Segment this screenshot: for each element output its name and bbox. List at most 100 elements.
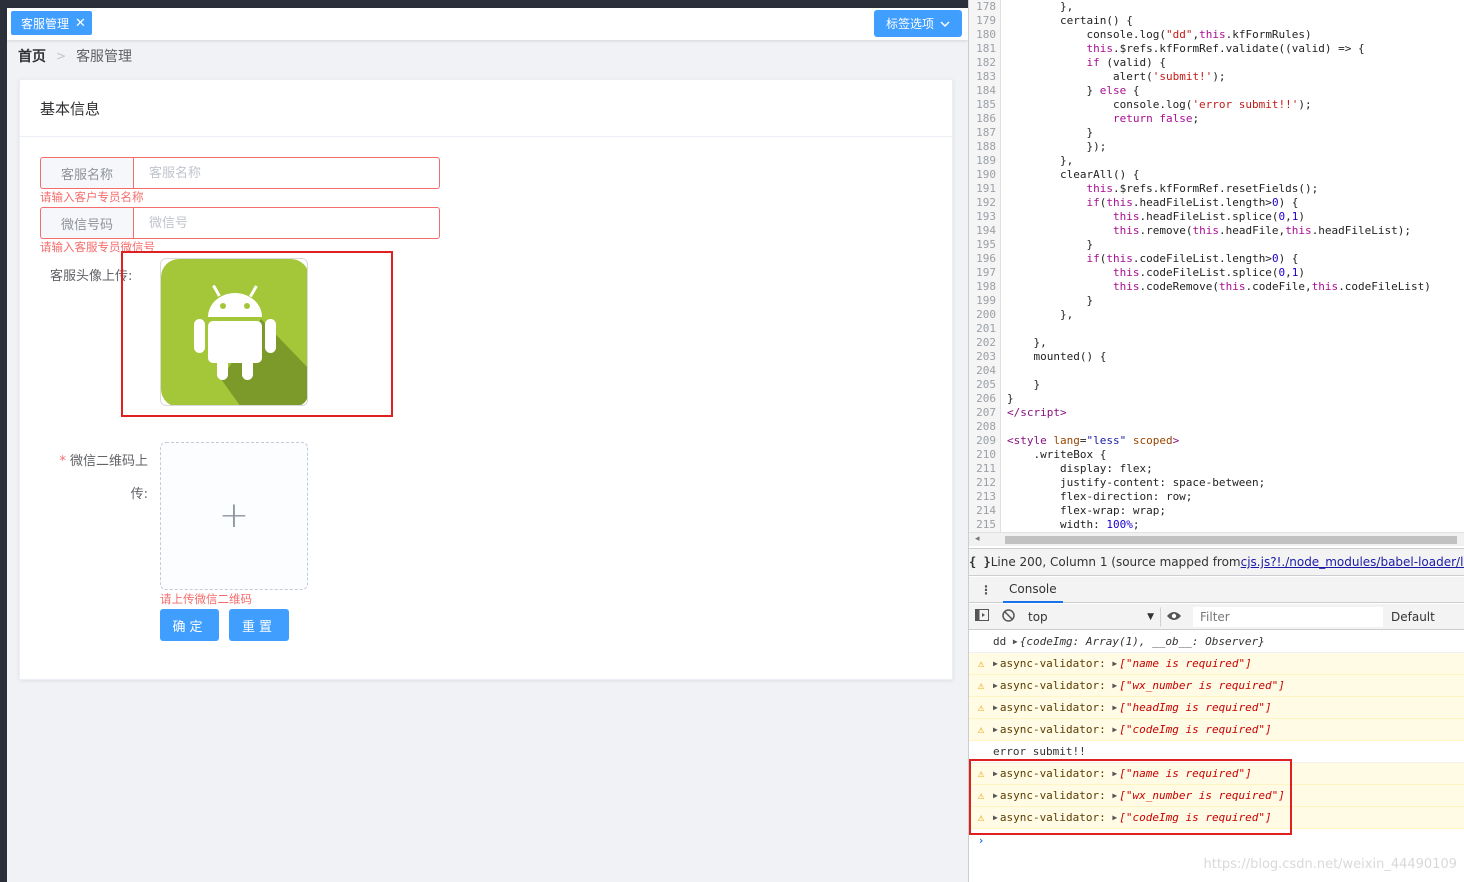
code-line[interactable]: 185 console.log('error submit!!');	[969, 98, 1464, 112]
more-menu-icon[interactable]: ⋮	[969, 583, 1003, 597]
code-line[interactable]: 214 flex-wrap: wrap;	[969, 504, 1464, 518]
console-warning-row[interactable]: ⚠ ▶ async-validator: ▶ ["headImg is require…	[969, 697, 1464, 719]
code-line[interactable]: 210 .writeBox {	[969, 448, 1464, 462]
code-line[interactable]: 212 justify-content: space-between;	[969, 476, 1464, 490]
expand-triangle-icon[interactable]: ▶	[993, 659, 998, 668]
code-line[interactable]: 193 this.headFileList.splice(0,1)	[969, 210, 1464, 224]
code-line[interactable]: 199 }	[969, 294, 1464, 308]
scrollbar-thumb[interactable]	[1005, 536, 1457, 544]
expand-triangle-icon[interactable]: ▶	[1112, 659, 1117, 668]
code-line[interactable]: 215 width: 100%;	[969, 518, 1464, 532]
line-number[interactable]: 206	[969, 392, 1001, 406]
sidebar-toggle-icon[interactable]	[969, 609, 995, 624]
context-select[interactable]: top ▼	[1021, 606, 1161, 627]
code-line[interactable]: 211 display: flex;	[969, 462, 1464, 476]
tab-options-button[interactable]: 标签选项	[873, 10, 962, 37]
log-object[interactable]: {codeImg: Array(1), __ob__: Observer}	[1020, 635, 1265, 648]
line-number[interactable]: 190	[969, 168, 1001, 182]
expand-triangle-icon[interactable]: ▶	[1112, 703, 1117, 712]
wx-input[interactable]	[133, 207, 440, 239]
code-line[interactable]: 200 },	[969, 308, 1464, 322]
code-line[interactable]: 209 <style lang="less" scoped>	[969, 434, 1464, 448]
name-input[interactable]	[133, 157, 440, 189]
line-number[interactable]: 207	[969, 406, 1001, 420]
line-number[interactable]: 186	[969, 112, 1001, 126]
line-number[interactable]: 200	[969, 308, 1001, 322]
code-line[interactable]: 202 },	[969, 336, 1464, 350]
line-number[interactable]: 193	[969, 210, 1001, 224]
console-warning-row[interactable]: ⚠ ▶ async-validator: ▶ ["name is required"]	[969, 653, 1464, 675]
code-line[interactable]: 197 this.codeFileList.splice(0,1)	[969, 266, 1464, 280]
warn-message[interactable]: ["headImg is required"]	[1119, 701, 1271, 714]
source-editor[interactable]: 178 }, 179 certain() {180 console.log("dd…	[969, 0, 1464, 532]
line-number[interactable]: 214	[969, 504, 1001, 518]
scroll-left-icon[interactable]: ◂	[975, 534, 980, 544]
code-line[interactable]: 190 clearAll() {	[969, 168, 1464, 182]
line-number[interactable]: 188	[969, 140, 1001, 154]
line-number[interactable]: 187	[969, 126, 1001, 140]
confirm-button[interactable]: 确定	[160, 609, 219, 641]
clear-console-icon[interactable]	[995, 608, 1021, 625]
line-number[interactable]: 201	[969, 322, 1001, 336]
warn-message[interactable]: ["wx_number is required"]	[1119, 679, 1285, 692]
line-number[interactable]: 199	[969, 294, 1001, 308]
line-number[interactable]: 181	[969, 42, 1001, 56]
code-line[interactable]: 194 this.remove(this.headFile,this.headF…	[969, 224, 1464, 238]
line-number[interactable]: 212	[969, 476, 1001, 490]
code-line[interactable]: 213 flex-direction: row;	[969, 490, 1464, 504]
code-line[interactable]: 186 return false;	[969, 112, 1464, 126]
line-number[interactable]: 180	[969, 28, 1001, 42]
horizontal-scrollbar[interactable]: ◂	[969, 532, 1464, 546]
code-line[interactable]: 196 if(this.codeFileList.length>0) {	[969, 252, 1464, 266]
code-line[interactable]: 207 </script>	[969, 406, 1464, 420]
expand-triangle-icon[interactable]: ▶	[993, 703, 998, 712]
line-number[interactable]: 203	[969, 350, 1001, 364]
code-line[interactable]: 192 if(this.headFileList.length>0) {	[969, 196, 1464, 210]
line-number[interactable]: 183	[969, 70, 1001, 84]
code-line[interactable]: 195 }	[969, 238, 1464, 252]
pretty-print-icon[interactable]: { }	[969, 555, 991, 569]
line-number[interactable]: 194	[969, 224, 1001, 238]
code-line[interactable]: 179 certain() {	[969, 14, 1464, 28]
line-number[interactable]: 178	[969, 0, 1001, 14]
line-number[interactable]: 215	[969, 518, 1001, 532]
code-line[interactable]: 187 }	[969, 126, 1464, 140]
code-line[interactable]: 205 }	[969, 378, 1464, 392]
code-line[interactable]: 201	[969, 322, 1464, 336]
line-number[interactable]: 208	[969, 420, 1001, 434]
code-line[interactable]: 184 } else {	[969, 84, 1464, 98]
log-levels-select[interactable]: Default	[1391, 610, 1435, 624]
expand-triangle-icon[interactable]: ▶	[1112, 725, 1117, 734]
code-line[interactable]: 180 console.log("dd",this.kfFormRules)	[969, 28, 1464, 42]
code-line[interactable]: 189 },	[969, 154, 1464, 168]
expand-triangle-icon[interactable]: ▶	[1013, 637, 1018, 646]
code-line[interactable]: 206}	[969, 392, 1464, 406]
breadcrumb-home[interactable]: 首页	[18, 46, 46, 66]
console-warning-row[interactable]: ⚠ ▶ async-validator: ▶ ["wx_number is requi…	[969, 675, 1464, 697]
line-number[interactable]: 209	[969, 434, 1001, 448]
code-line[interactable]: 178 },	[969, 0, 1464, 14]
expand-triangle-icon[interactable]: ▶	[993, 681, 998, 690]
line-number[interactable]: 205	[969, 378, 1001, 392]
code-line[interactable]: 191 this.$refs.kfFormRef.resetFields();	[969, 182, 1464, 196]
expand-triangle-icon[interactable]: ▶	[1112, 681, 1117, 690]
code-line[interactable]: 188 });	[969, 140, 1464, 154]
console-warning-row[interactable]: ⚠ ▶ async-validator: ▶ ["codeImg is require…	[969, 719, 1464, 741]
tab-console[interactable]: Console	[1003, 577, 1063, 603]
source-map-link[interactable]: cjs.js?!./node_modules/babel-loader/lib/…	[1241, 555, 1464, 569]
line-number[interactable]: 184	[969, 84, 1001, 98]
code-line[interactable]: 181 this.$refs.kfFormRef.validate((valid…	[969, 42, 1464, 56]
line-number[interactable]: 198	[969, 280, 1001, 294]
line-number[interactable]: 192	[969, 196, 1001, 210]
line-number[interactable]: 202	[969, 336, 1001, 350]
code-line[interactable]: 208	[969, 420, 1464, 434]
line-number[interactable]: 189	[969, 154, 1001, 168]
qrcode-upload[interactable]: +	[160, 442, 308, 590]
line-number[interactable]: 196	[969, 252, 1001, 266]
tab-kefu[interactable]: 客服管理 ✕	[11, 11, 92, 35]
warn-message[interactable]: ["codeImg is required"]	[1119, 723, 1271, 736]
line-number[interactable]: 182	[969, 56, 1001, 70]
close-icon[interactable]: ✕	[75, 17, 86, 30]
reset-button[interactable]: 重置	[229, 609, 289, 641]
console-log-row[interactable]: dd ▶ {codeImg: Array(1), __ob__: Observe…	[969, 631, 1464, 653]
